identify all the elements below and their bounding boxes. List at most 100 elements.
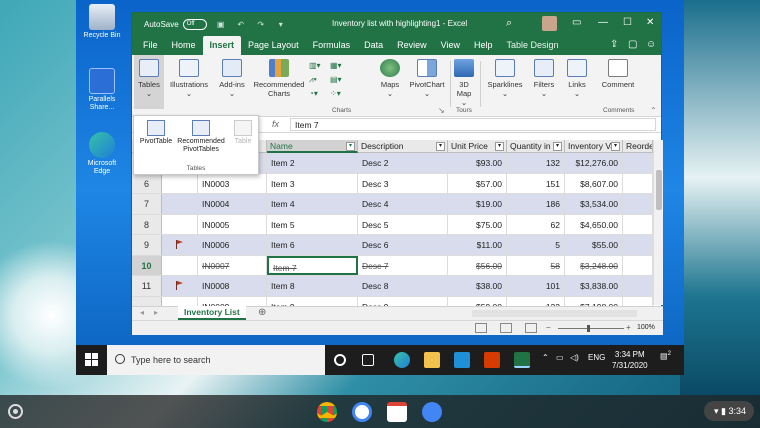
tab-data[interactable]: Data [357,40,390,55]
tables-button[interactable]: Tables ⌄ [134,55,164,109]
cell-id[interactable]: IN0004 [198,194,267,214]
search-icon[interactable]: ⌕ [506,17,512,30]
file-explorer-icon[interactable] [424,352,440,368]
links-button[interactable]: Links ⌄ [564,59,590,98]
store-icon[interactable] [454,352,470,368]
zoom-out-icon[interactable]: − [546,323,551,332]
cell-name[interactable]: Item 5 [267,214,358,234]
share-icon[interactable]: ⇪ [610,39,618,50]
edge-icon[interactable] [394,352,410,368]
normal-view-icon[interactable] [475,323,487,333]
cell-value[interactable]: $3,534.00 [565,194,623,214]
cell-value[interactable]: $3,248.00 [565,255,623,275]
cell-id[interactable]: IN0003 [198,173,267,193]
chrome-icon[interactable] [317,402,337,422]
tray-overflow-icon[interactable]: ⌃ [542,353,549,362]
cell-id[interactable]: IN0008 [198,276,267,296]
cell-desc[interactable]: Desc 4 [358,194,448,214]
tab-view[interactable]: View [434,40,467,55]
cell-name[interactable]: Item 7 [267,255,358,275]
tab-page-layout[interactable]: Page Layout [241,40,306,55]
cell-price[interactable]: $38.00 [448,276,507,296]
cell-desc[interactable]: Desc 3 [358,173,448,193]
add-sheet-icon[interactable]: ⊕ [258,307,266,318]
desktop-icon-recycle-bin[interactable]: Recycle Bin [82,4,122,40]
cell-qty[interactable]: 62 [507,214,565,234]
cell-id[interactable]: IN0007 [198,255,267,275]
cell-name[interactable]: Item 6 [267,235,358,255]
illustrations-button[interactable]: Illustrations ⌄ [168,59,210,98]
cortana-icon[interactable] [334,354,346,366]
cell-name[interactable]: Item 3 [267,173,358,193]
filter-dropdown-icon[interactable]: ▾ [611,142,620,151]
cell-price[interactable]: $75.00 [448,214,507,234]
files-icon[interactable] [422,402,442,422]
cell-value[interactable]: $3,838.00 [565,276,623,296]
cell-qty[interactable]: 101 [507,276,565,296]
flag-cell[interactable] [162,214,198,234]
zoom-slider-handle[interactable] [587,325,590,332]
launcher-icon[interactable] [8,404,23,419]
row-header[interactable]: 7 [132,194,162,214]
flag-cell[interactable] [162,194,198,214]
cell-reorder[interactable] [623,153,653,173]
taskbar-search-box[interactable]: Type here to search [107,345,325,375]
cell-desc[interactable]: Desc 8 [358,276,448,296]
cell-name[interactable]: Item 8 [267,276,358,296]
cell-name[interactable]: Item 2 [267,153,358,173]
flag-cell[interactable] [162,173,198,193]
zoom-in-icon[interactable]: + [626,323,631,332]
smiley-icon[interactable]: ☺ [646,39,656,50]
excel-icon[interactable] [514,352,530,368]
maps-button[interactable]: Maps ⌄ [377,59,403,98]
column-chart-icon[interactable]: ▥▾ [309,61,321,70]
gmail-icon[interactable] [387,402,407,422]
cell-reorder[interactable] [623,276,653,296]
scrollbar-thumb[interactable] [656,170,662,210]
column-header-inventory-value[interactable]: Inventory Va ▾ [565,140,623,153]
cell-reorder[interactable] [623,255,653,275]
column-header-name[interactable]: Name ▾ [267,140,358,153]
row-header[interactable]: 11 [132,276,162,296]
ribbon-display-icon[interactable]: ▭ [572,17,581,28]
tab-insert[interactable]: Insert [202,36,242,55]
statistic-chart-icon[interactable]: ▤▾ [330,75,342,84]
column-header-description[interactable]: Description ▾ [358,140,448,153]
hierarchy-chart-icon[interactable]: ▦▾ [330,61,342,70]
prev-sheet-icon[interactable]: ◂ [140,308,144,317]
zoom-level[interactable]: 100% [637,324,655,331]
cell-reorder[interactable] [623,173,653,193]
desktop-icon-microsoft-edge[interactable]: Microsoft Edge [82,132,122,176]
cell-value[interactable]: $55.00 [565,235,623,255]
office-icon[interactable] [484,352,500,368]
column-header-quantity[interactable]: Quantity in S ▾ [507,140,565,153]
tab-help[interactable]: Help [467,40,500,55]
filter-dropdown-icon[interactable]: ▾ [346,142,355,151]
formula-input[interactable]: Item 7 [290,118,656,131]
recommended-charts-button[interactable]: Recommended Charts [253,59,305,98]
dialog-launcher-icon[interactable]: ↘ [438,106,445,115]
pivottable-button[interactable]: PivotTable [138,120,174,146]
language-indicator[interactable]: ENG [588,353,605,362]
page-layout-view-icon[interactable] [500,323,512,333]
maximize-icon[interactable]: ☐ [623,17,632,28]
cell-desc[interactable]: Desc 5 [358,214,448,234]
tab-file[interactable]: File [136,40,165,55]
cell-value[interactable]: $12,276.00 [565,153,623,173]
tab-home[interactable]: Home [165,40,203,55]
filter-dropdown-icon[interactable]: ▾ [436,142,445,151]
save-icon[interactable]: ▣ [215,20,227,29]
task-view-icon[interactable] [362,354,374,366]
cell-price[interactable]: $57.00 [448,173,507,193]
collapse-ribbon-icon[interactable]: ⌃ [650,106,657,115]
taskbar-clock[interactable]: 3:34 PM 7/31/2020 [612,349,648,371]
cell-reorder[interactable] [623,214,653,234]
cell-name[interactable]: Item 4 [267,194,358,214]
row-header[interactable]: 8 [132,214,162,234]
redo-icon[interactable]: ↷ [255,20,267,29]
pie-chart-icon[interactable]: ◔▾ [309,89,318,98]
3d-map-button[interactable]: 3D Map ⌄ [452,59,476,107]
shelf-status-area[interactable]: ▾ ▮ 3:34 [704,401,754,421]
row-header[interactable]: 10 [132,255,162,275]
filter-dropdown-icon[interactable]: ▾ [553,142,562,151]
